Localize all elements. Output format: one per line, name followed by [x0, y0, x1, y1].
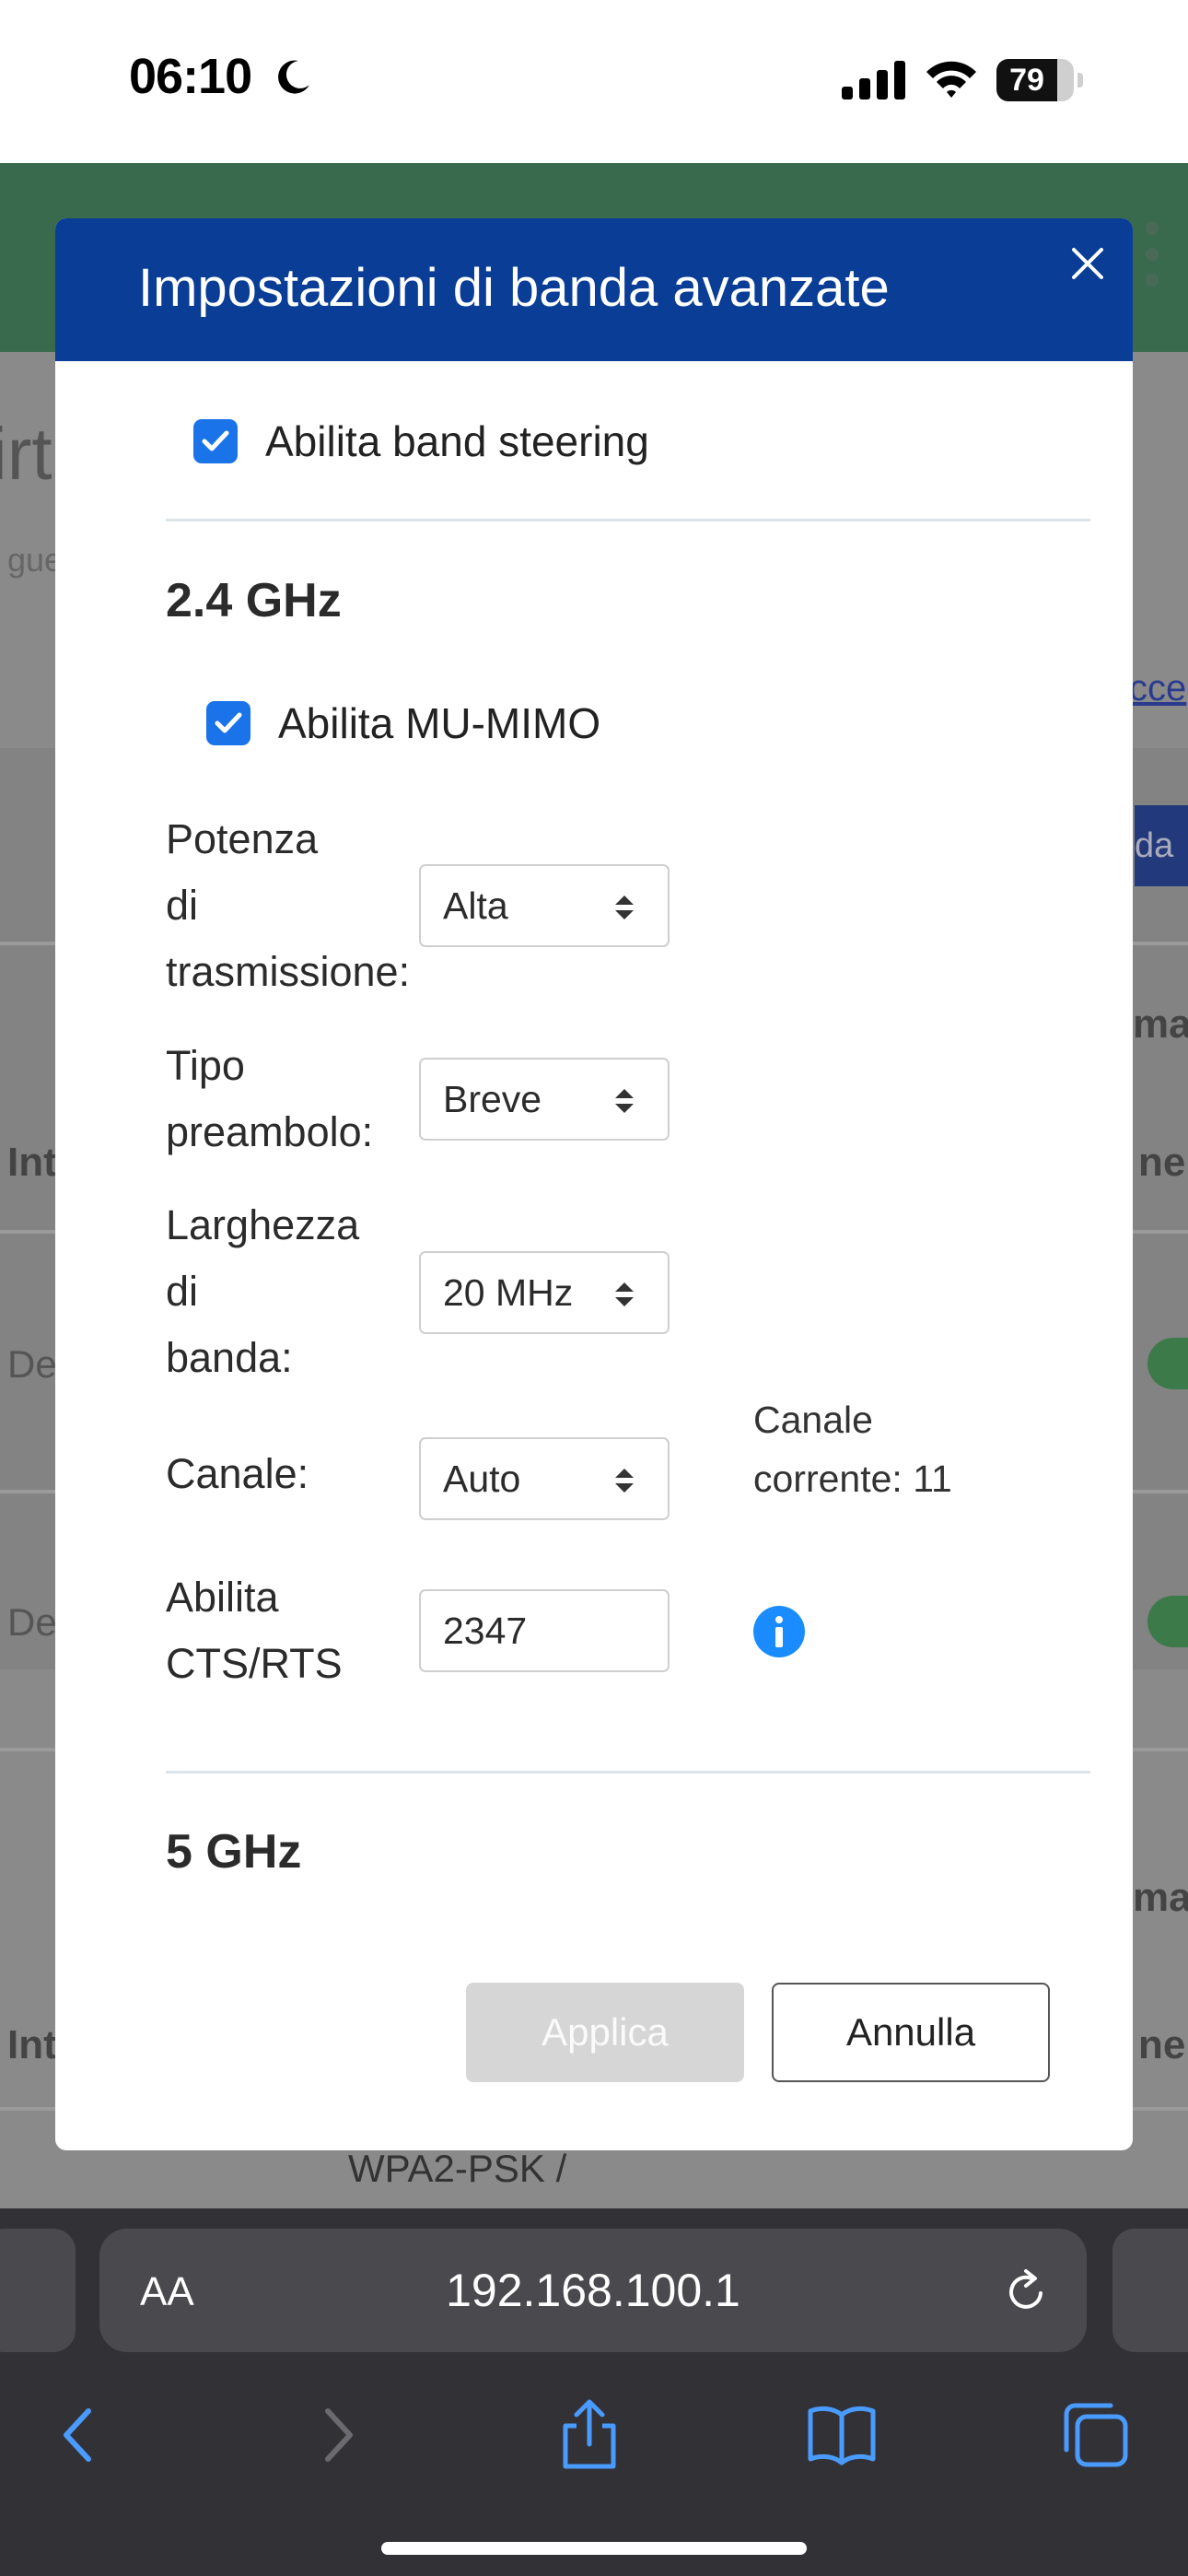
battery-level: 79: [1009, 63, 1044, 98]
status-time: 06:10: [129, 49, 252, 104]
preamble-label-line: Tipo: [166, 1042, 245, 1089]
band-steering-label: Abilita band steering: [265, 417, 649, 465]
select-arrows-icon: [615, 896, 634, 919]
url-text[interactable]: 192.168.100.1: [99, 2264, 1087, 2317]
browser-toolbar: AA 192.168.100.1: [0, 2208, 1188, 2576]
preamble-select[interactable]: Breve: [419, 1058, 670, 1141]
select-arrows-icon: [615, 1469, 634, 1493]
check-icon: [215, 712, 242, 733]
bandwidth-label-line: banda:: [166, 1334, 293, 1381]
cts-rts-label-line: CTS/RTS: [166, 1640, 343, 1687]
home-indicator: [381, 2542, 807, 2555]
moon-icon: [278, 60, 309, 94]
tx-power-label-line: Potenza: [166, 815, 319, 862]
background-column: ne: [1138, 1140, 1186, 1185]
mu-mimo-checkbox[interactable]: [206, 701, 250, 745]
channel-select[interactable]: Auto: [419, 1437, 670, 1520]
forward-icon[interactable]: [300, 2398, 374, 2472]
tx-power-label-line: trasmissione:: [166, 948, 411, 995]
current-channel-line: Canale: [753, 1399, 873, 1441]
advanced-band-settings-dialog: Impostazioni di banda avanzate Abilita b…: [55, 218, 1133, 2150]
background-link: cce: [1129, 668, 1187, 708]
band-5-heading: 5 GHz: [166, 1825, 302, 1879]
section-divider: [166, 1771, 1090, 1774]
next-tab-preview[interactable]: [1112, 2229, 1188, 2352]
bandwidth-label-line: di: [166, 1268, 199, 1315]
bookmarks-icon[interactable]: [805, 2398, 879, 2472]
cancel-button[interactable]: Annulla: [772, 1983, 1050, 2082]
background-security-text: WPA2-PSK /: [348, 2147, 567, 2190]
select-arrows-icon: [615, 1089, 634, 1113]
background-device: De: [7, 1600, 57, 1644]
preamble-value: Breve: [443, 1078, 542, 1120]
channel-label: Canale:: [166, 1450, 309, 1497]
address-bar[interactable]: AA 192.168.100.1: [99, 2229, 1087, 2352]
apply-button[interactable]: Applica: [466, 1983, 744, 2082]
background-column: ne: [1138, 2022, 1186, 2067]
more-vertical-icon: [1146, 222, 1159, 299]
bandwidth-label: Larghezza di banda:: [166, 1192, 442, 1391]
close-icon[interactable]: [1065, 240, 1111, 287]
current-channel-line: corrente: 11: [753, 1458, 952, 1500]
background-column: ma: [1133, 1001, 1188, 1047]
cts-rts-label: Abilita CTS/RTS: [166, 1564, 442, 1697]
select-arrows-icon: [615, 1282, 634, 1306]
battery-icon: 79: [996, 59, 1083, 101]
wifi-icon: [926, 61, 976, 98]
share-icon[interactable]: [553, 2398, 626, 2472]
tx-power-label-line: di: [166, 882, 199, 929]
cts-rts-input[interactable]: [419, 1589, 670, 1672]
check-icon: [202, 430, 229, 451]
bandwidth-value: 20 MHz: [443, 1271, 572, 1314]
bandwidth-select[interactable]: 20 MHz: [419, 1251, 670, 1334]
section-divider: [166, 519, 1090, 521]
background-column: ma: [1133, 1875, 1188, 1920]
band-steering-checkbox[interactable]: [193, 419, 238, 463]
background-button: da: [1135, 805, 1188, 886]
status-bar: 06:10 79: [0, 0, 1188, 163]
cts-rts-label-line: Abilita: [166, 1574, 279, 1621]
current-channel-note: Canale corrente: 11: [753, 1390, 1030, 1508]
background-row-label: Int: [7, 2022, 57, 2067]
bandwidth-label-line: Larghezza: [166, 1201, 360, 1248]
background-title: irt: [0, 413, 52, 495]
channel-value: Auto: [443, 1458, 521, 1500]
background-device: De: [7, 1342, 57, 1386]
tx-power-label: Potenza di trasmissione:: [166, 806, 442, 1005]
info-icon[interactable]: [753, 1606, 805, 1657]
preamble-label-line: preambolo:: [166, 1108, 374, 1155]
dialog-title: Impostazioni di banda avanzate: [138, 258, 890, 318]
cellular-signal-icon: [842, 61, 905, 100]
tx-power-value: Alta: [443, 884, 508, 927]
previous-tab-preview[interactable]: [0, 2229, 76, 2352]
tabs-icon[interactable]: [1059, 2398, 1133, 2472]
back-icon[interactable]: [42, 2398, 116, 2472]
band-24-heading: 2.4 GHz: [166, 574, 342, 627]
reload-icon[interactable]: [1000, 2266, 1052, 2317]
mu-mimo-label: Abilita MU-MIMO: [278, 699, 601, 747]
preamble-label: Tipo preambolo:: [166, 1033, 442, 1165]
background-row-label: Int: [7, 1140, 57, 1185]
tx-power-select[interactable]: Alta: [419, 864, 670, 947]
dialog-header: Impostazioni di banda avanzate: [55, 218, 1133, 361]
